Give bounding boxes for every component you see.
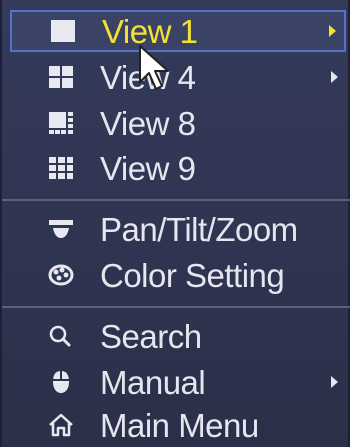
color-palette-icon <box>46 260 76 290</box>
menu-item-main-menu[interactable]: Main Menu <box>10 404 346 446</box>
menu-item-view-9[interactable]: View 9 <box>10 147 346 189</box>
submenu-arrow-icon <box>329 25 336 37</box>
menu-item-label: Color Setting <box>100 256 285 294</box>
four-grid-icon <box>46 62 76 92</box>
menu-item-label: Manual <box>100 363 206 401</box>
mouse-icon <box>46 367 76 397</box>
menu-item-view-4[interactable]: View 4 <box>10 56 346 98</box>
menu-item-search[interactable]: Search <box>10 315 346 357</box>
ptz-camera-icon <box>46 214 76 244</box>
menu-item-color-setting[interactable]: Color Setting <box>10 254 346 296</box>
menu-item-label: Pan/Tilt/Zoom <box>100 210 298 248</box>
menu-item-manual[interactable]: Manual <box>10 361 346 403</box>
submenu-arrow-icon <box>331 376 338 388</box>
submenu-arrow-icon <box>331 71 338 83</box>
mouse-pointer-icon <box>139 45 169 90</box>
nine-grid-icon <box>46 153 76 183</box>
menu-separator <box>2 306 350 308</box>
menu-item-label: View 8 <box>100 104 196 142</box>
eight-grid-icon <box>46 108 76 138</box>
menu-item-label: View 1 <box>102 12 198 50</box>
menu-item-label: Search <box>100 317 202 355</box>
menu-item-pan-tilt-zoom[interactable]: Pan/Tilt/Zoom <box>10 208 346 250</box>
home-icon <box>46 410 76 440</box>
menu-item-view-1[interactable]: View 1 <box>10 10 346 52</box>
single-square-icon <box>48 16 78 46</box>
context-menu: View 1 View 4 View 8 View 9 Pan/Tilt/Zoo… <box>0 0 350 447</box>
menu-item-label: View 9 <box>100 149 196 187</box>
menu-separator <box>2 199 350 201</box>
search-icon <box>46 321 76 351</box>
menu-item-label: Main Menu <box>100 406 259 444</box>
menu-item-view-8[interactable]: View 8 <box>10 102 346 144</box>
